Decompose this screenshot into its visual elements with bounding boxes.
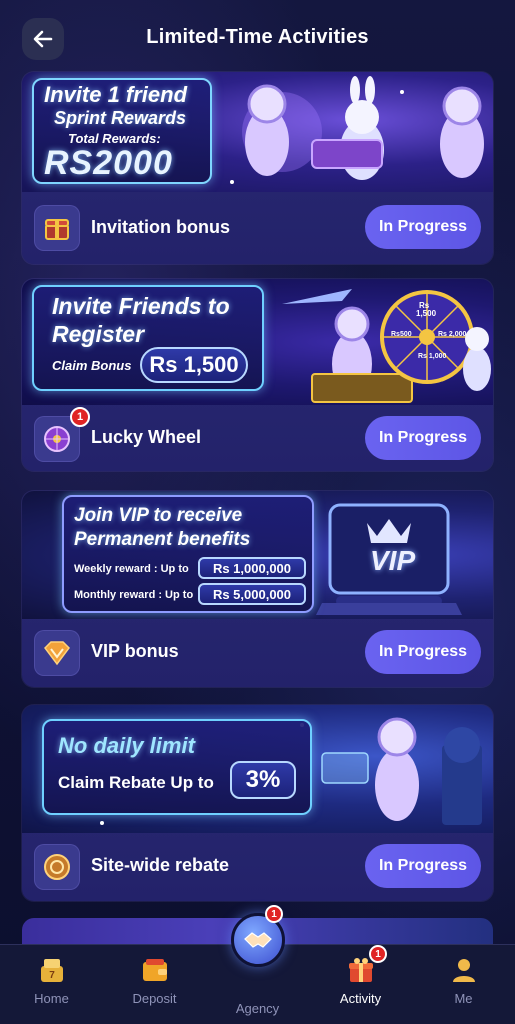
weekly-reward-label: Weekly reward : Up to: [74, 563, 189, 575]
banner-headline: No daily limit: [58, 733, 195, 758]
monthly-reward-value: Rs 5,000,000: [198, 583, 306, 605]
agency-badge: 1: [265, 905, 283, 923]
banner-subheadline: Register: [52, 321, 145, 347]
notification-badge: 1: [70, 407, 90, 427]
banner-subheadline: Sprint Rewards: [54, 108, 187, 128]
activity-title: Invitation bonus: [91, 217, 230, 237]
banner-amount: RS2000: [44, 144, 173, 182]
wheel-label: Rs500: [391, 331, 412, 338]
person-icon: [449, 955, 479, 985]
wallet-icon: [140, 955, 170, 985]
nav-deposit[interactable]: Deposit: [103, 945, 206, 1024]
nav-label: Agency: [235, 1001, 280, 1016]
banner-subheadline: Claim Rebate Up to: [58, 773, 214, 792]
activities-page: Limited-Time Activities Invite 1 friend …: [0, 0, 515, 1024]
activity-card-rebate[interactable]: No daily limit Claim Rebate Up to 3% Sit…: [22, 705, 493, 901]
in-progress-button[interactable]: In Progress: [365, 205, 481, 249]
home-icon: 7: [37, 955, 67, 985]
monthly-reward-label: Monthly reward : Up to: [74, 589, 194, 601]
banner-invitation[interactable]: Invite 1 friend Sprint Rewards Total Rew…: [22, 72, 493, 192]
card-footer: VIP bonus In Progress: [22, 619, 493, 687]
nav-activity[interactable]: Activity: [309, 945, 412, 1024]
in-progress-button[interactable]: In Progress: [365, 416, 481, 460]
card-footer: Invitation bonus In Progress: [22, 192, 493, 264]
banner-amount: 3%: [230, 761, 296, 799]
activity-badge: 1: [369, 945, 387, 963]
handshake-icon: [244, 932, 272, 948]
in-progress-button[interactable]: In Progress: [365, 630, 481, 674]
activity-title: Site-wide rebate: [91, 855, 230, 875]
activity-card-vip[interactable]: VIP Join VIP to receive Permanent benefi…: [22, 491, 493, 687]
banner-caption: Claim Bonus: [52, 358, 132, 373]
activity-title: Lucky Wheel: [91, 427, 202, 447]
gift-chest-icon: [34, 205, 80, 251]
header: Limited-Time Activities: [0, 0, 515, 72]
nav-home[interactable]: 7 Home: [0, 945, 103, 1024]
wheel-label: 1,500: [416, 309, 437, 318]
card-footer: 1 Lucky Wheel In Progress: [22, 405, 493, 471]
diamond-icon: [34, 630, 80, 676]
nav-label: Activity: [339, 991, 382, 1006]
card-footer: Site-wide rebate In Progress: [22, 833, 493, 901]
page-title: Limited-Time Activities: [146, 26, 369, 48]
wheel-label: Rs 1,000: [418, 353, 447, 360]
banner-amount: Rs 1,500: [140, 347, 248, 383]
nav-label: Me: [454, 991, 473, 1006]
banner-headline: Join VIP to receive: [74, 505, 243, 526]
banner-rebate[interactable]: No daily limit Claim Rebate Up to 3%: [22, 705, 493, 833]
weekly-reward-value: Rs 1,000,000: [198, 557, 306, 579]
wheel-label: Rs 2,000: [438, 331, 467, 338]
in-progress-button[interactable]: In Progress: [365, 844, 481, 888]
svg-text:7: 7: [49, 970, 55, 981]
vip-emblem-text: VIP: [370, 545, 416, 576]
nav-me[interactable]: Me: [412, 945, 515, 1024]
nav-label: Home: [34, 991, 69, 1006]
coin-icon: [34, 844, 80, 890]
banner-vip[interactable]: VIP Join VIP to receive Permanent benefi…: [22, 491, 493, 619]
nav-label: Deposit: [132, 991, 177, 1006]
activity-card-invitation[interactable]: Invite 1 friend Sprint Rewards Total Rew…: [22, 72, 493, 264]
banner-headline: Invite Friends to: [52, 293, 230, 319]
banner-headline: Invite 1 friend: [44, 82, 188, 107]
activity-card-lucky-wheel[interactable]: Rs 1,500 Rs500 Rs 2,000 Rs 1,000 Invite …: [22, 279, 493, 471]
banner-lucky-wheel[interactable]: Rs 1,500 Rs500 Rs 2,000 Rs 1,000 Invite …: [22, 279, 493, 405]
activity-title: VIP bonus: [91, 641, 179, 661]
banner-subheadline: Permanent benefits: [74, 529, 251, 550]
